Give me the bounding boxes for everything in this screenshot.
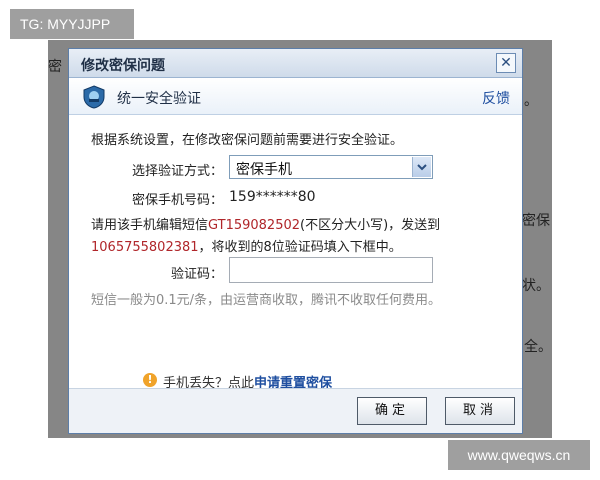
sms-text-3: ，将收到的8位验证码填入下框中。 <box>198 240 402 255</box>
dialog-footer: 确定 取消 <box>69 388 522 433</box>
phone-value: 159******80 <box>229 189 316 205</box>
background-text: 密 <box>48 59 62 75</box>
background-text: 。 <box>524 93 538 109</box>
shield-icon <box>83 85 105 109</box>
sms-text-2: (不区分大小写)，发送到 <box>300 218 441 233</box>
header-title: 统一安全验证 <box>117 91 201 107</box>
verification-method-select[interactable]: 密保手机 <box>229 155 433 179</box>
background-text: 状。 <box>522 278 550 294</box>
select-value: 密保手机 <box>236 162 292 178</box>
sms-instruction: 请用该手机编辑短信GT159082502(不区分大小写)，发送到 <box>91 214 440 233</box>
verification-dialog: 修改密保问题 ✕ 统一安全验证 反馈 根据系统设置，在修改密保问题前需要进行安全… <box>68 48 523 434</box>
method-label: 选择验证方式： <box>131 164 223 179</box>
fee-note: 短信一般为0.1元/条，由运营商收取，腾讯不收取任何费用。 <box>91 293 442 308</box>
watermark-top: TG: MYYJJPP <box>10 9 134 39</box>
sms-text-1: 请用该手机编辑短信 <box>91 218 209 233</box>
dialog-header: 统一安全验证 反馈 <box>69 78 522 115</box>
dialog-titlebar: 修改密保问题 ✕ <box>69 49 522 78</box>
feedback-link[interactable]: 反馈 <box>482 88 510 108</box>
warning-icon: ! <box>143 373 157 387</box>
chevron-down-icon[interactable] <box>412 157 431 177</box>
phone-label: 密保手机号码： <box>131 193 223 208</box>
sms-instruction-2: 1065755802381，将收到的8位验证码填入下框中。 <box>91 236 402 255</box>
code-label: 验证码： <box>170 267 223 282</box>
background-text: 全。 <box>524 339 552 355</box>
intro-text: 根据系统设置，在修改密保问题前需要进行安全验证。 <box>91 133 404 148</box>
dialog-title: 修改密保问题 <box>81 58 165 74</box>
cancel-button[interactable]: 取消 <box>445 397 515 425</box>
close-icon[interactable]: ✕ <box>496 53 516 73</box>
verification-code-input[interactable] <box>229 257 433 283</box>
background-text: 密保 <box>522 213 550 229</box>
sms-number: 1065755802381 <box>91 240 199 255</box>
watermark-bottom: www.qweqws.cn <box>448 440 590 470</box>
ok-button[interactable]: 确定 <box>357 397 427 425</box>
sms-code: GT159082502 <box>208 218 301 233</box>
